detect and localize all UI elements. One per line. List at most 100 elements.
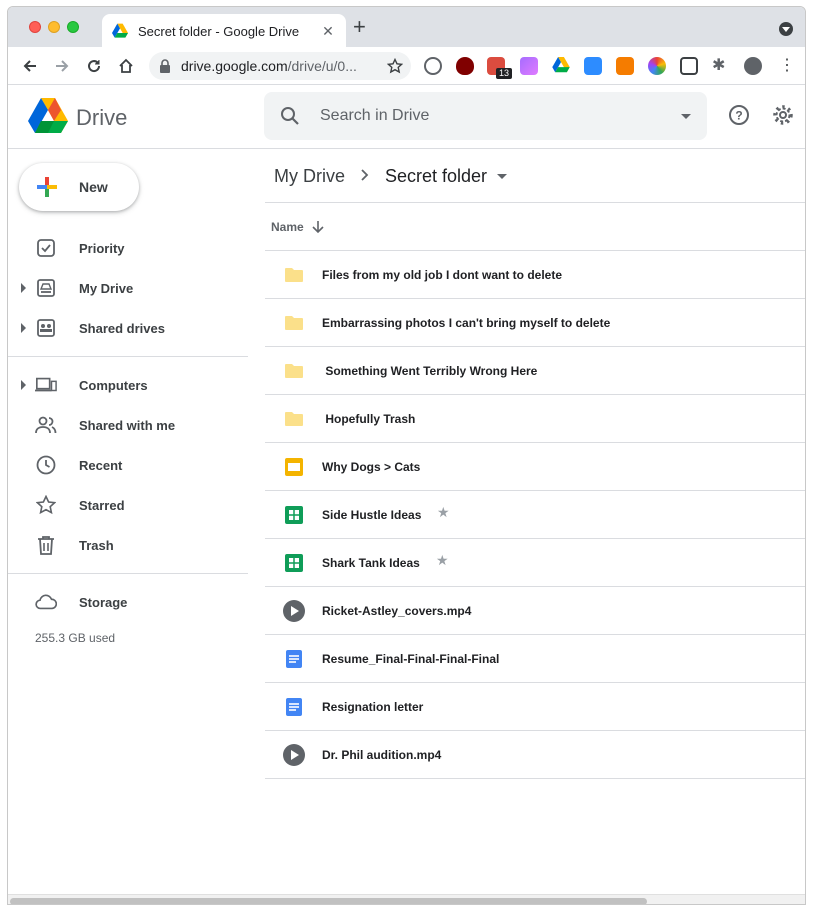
screenshot-extension-icon[interactable] bbox=[680, 57, 698, 75]
sidebar-item-my-drive[interactable]: My Drive bbox=[8, 268, 255, 308]
new-tab-button[interactable]: + bbox=[353, 16, 366, 38]
address-bar[interactable]: drive.google.com/drive/u/0... bbox=[149, 52, 411, 80]
file-row[interactable]: Resignation letter bbox=[265, 683, 805, 731]
sidebar-item-recent[interactable]: Recent bbox=[8, 445, 255, 485]
home-button[interactable] bbox=[115, 55, 137, 77]
forward-arrow-icon bbox=[56, 60, 69, 72]
file-row[interactable]: Side Hustle Ideas ★ bbox=[265, 491, 805, 539]
svg-text:?: ? bbox=[735, 109, 742, 123]
extensions-puzzle-icon[interactable]: ✱ bbox=[712, 57, 730, 75]
tab-search-button[interactable] bbox=[779, 22, 793, 36]
sidebar-item-label: Trash bbox=[79, 537, 114, 553]
help-icon[interactable]: ? bbox=[728, 104, 750, 126]
breadcrumb-current-folder[interactable]: Secret folder bbox=[385, 166, 487, 187]
password-manager-extension-icon[interactable] bbox=[424, 57, 442, 75]
file-row[interactable]: Why Dogs > Cats bbox=[265, 443, 805, 491]
sidebar-item-label: Computers bbox=[79, 377, 148, 393]
expand-arrow-icon[interactable] bbox=[21, 323, 26, 333]
breadcrumb: My Drive Secret folder bbox=[274, 161, 508, 191]
file-name: Ricket-Astley_covers.mp4 bbox=[322, 603, 472, 618]
file-name: Resume_Final-Final-Final-Final bbox=[322, 651, 500, 666]
settings-gear-icon[interactable] bbox=[772, 104, 794, 126]
expand-arrow-icon[interactable] bbox=[21, 380, 26, 390]
file-row[interactable]: Embarrassing photos I can't bring myself… bbox=[265, 299, 805, 347]
recent-icon bbox=[35, 454, 57, 476]
browser-menu-icon[interactable]: ⋮ bbox=[778, 57, 796, 75]
sidebar-item-label: Storage bbox=[79, 594, 128, 610]
search-input[interactable]: Search in Drive bbox=[264, 92, 707, 140]
search-icon[interactable] bbox=[280, 106, 300, 126]
sidebar: New Priority My Drive Shared drives Comp… bbox=[8, 150, 255, 904]
forward-button[interactable] bbox=[51, 55, 73, 77]
analytics-extension-icon[interactable] bbox=[616, 57, 634, 75]
file-name: Files from my old job I dont want to del… bbox=[322, 267, 563, 282]
horizontal-scrollbar[interactable] bbox=[8, 894, 805, 904]
sidebar-item-computers[interactable]: Computers bbox=[8, 365, 255, 405]
browser-window: Secret folder - Google Drive ✕ + drive.g… bbox=[7, 6, 806, 905]
close-tab-icon[interactable]: ✕ bbox=[320, 23, 336, 40]
sidebar-item-trash[interactable]: Trash bbox=[8, 525, 255, 565]
file-name: Why Dogs > Cats bbox=[322, 459, 421, 474]
close-window-button[interactable] bbox=[29, 21, 41, 33]
tab-title: Secret folder - Google Drive bbox=[138, 23, 300, 39]
profile-avatar[interactable] bbox=[744, 57, 762, 75]
folder-menu-caret-icon[interactable] bbox=[497, 173, 508, 179]
file-name: Hopefully Trash bbox=[322, 411, 416, 426]
shared-with-me-icon bbox=[35, 414, 57, 436]
trash-icon bbox=[35, 534, 57, 556]
browser-tab[interactable]: Secret folder - Google Drive ✕ bbox=[102, 14, 346, 48]
maximize-window-button[interactable] bbox=[67, 21, 79, 33]
minimize-window-button[interactable] bbox=[48, 21, 60, 33]
color-picker-extension-icon[interactable] bbox=[648, 57, 666, 75]
reload-button[interactable] bbox=[83, 55, 105, 77]
file-name: Dr. Phil audition.mp4 bbox=[322, 747, 442, 762]
drive-extension-icon[interactable] bbox=[552, 57, 570, 75]
drive-logo-icon[interactable] bbox=[28, 98, 68, 134]
sidebar-item-label: My Drive bbox=[79, 280, 134, 296]
file-name: Resignation letter bbox=[322, 699, 424, 714]
sidebar-item-storage[interactable]: Storage bbox=[8, 582, 255, 622]
starred-icon: ★ bbox=[436, 552, 449, 568]
file-name: Side Hustle Ideas bbox=[322, 507, 422, 522]
storage-cloud-icon bbox=[35, 591, 57, 613]
file-row[interactable]: Something Went Terribly Wrong Here bbox=[265, 347, 805, 395]
file-row[interactable]: Dr. Phil audition.mp4 bbox=[265, 731, 805, 779]
column-header-name[interactable]: Name bbox=[271, 220, 304, 234]
ublock-extension-icon[interactable] bbox=[456, 57, 474, 75]
sidebar-item-priority[interactable]: Priority bbox=[8, 228, 255, 268]
starred-icon: ★ bbox=[437, 504, 450, 520]
sidebar-item-shared-drives[interactable]: Shared drives bbox=[8, 308, 255, 348]
expand-arrow-icon[interactable] bbox=[21, 283, 26, 293]
sidebar-divider bbox=[8, 573, 248, 574]
computers-icon bbox=[35, 374, 57, 396]
file-row[interactable]: Hopefully Trash bbox=[265, 395, 805, 443]
back-button[interactable] bbox=[19, 55, 41, 77]
clip-extension-icon[interactable] bbox=[520, 57, 538, 75]
search-options-icon[interactable] bbox=[681, 113, 691, 119]
sidebar-item-label: Shared drives bbox=[79, 320, 165, 336]
file-row[interactable]: Files from my old job I dont want to del… bbox=[265, 251, 805, 299]
file-name: Embarrassing photos I can't bring myself… bbox=[322, 315, 611, 330]
file-row[interactable]: Resume_Final-Final-Final-Final bbox=[265, 635, 805, 683]
scrollbar-thumb[interactable] bbox=[10, 898, 647, 904]
file-list: Files from my old job I dont want to del… bbox=[265, 251, 805, 779]
new-button[interactable]: New bbox=[19, 163, 139, 211]
sidebar-item-label: Starred bbox=[79, 497, 125, 513]
file-row[interactable]: Shark Tank Ideas ★ bbox=[265, 539, 805, 587]
drive-favicon-icon bbox=[112, 23, 128, 38]
file-row[interactable]: Ricket-Astley_covers.mp4 bbox=[265, 587, 805, 635]
app-title[interactable]: Drive bbox=[76, 105, 127, 131]
file-list-header: Name bbox=[265, 202, 805, 251]
back-arrow-icon bbox=[23, 60, 36, 72]
breadcrumb-my-drive[interactable]: My Drive bbox=[274, 166, 345, 187]
storage-used-text: 255.3 GB used bbox=[35, 631, 116, 645]
sidebar-item-shared-with-me[interactable]: Shared with me bbox=[8, 405, 255, 445]
new-button-label: New bbox=[79, 179, 108, 195]
zoom-extension-icon[interactable] bbox=[584, 57, 602, 75]
url-text: drive.google.com/drive/u/0... bbox=[181, 58, 357, 74]
bookmark-star-icon[interactable] bbox=[384, 55, 406, 77]
file-name: Something Went Terribly Wrong Here bbox=[322, 363, 538, 378]
sidebar-item-starred[interactable]: Starred bbox=[8, 485, 255, 525]
sort-arrow-down-icon[interactable] bbox=[312, 220, 324, 234]
search-placeholder: Search in Drive bbox=[320, 107, 430, 124]
